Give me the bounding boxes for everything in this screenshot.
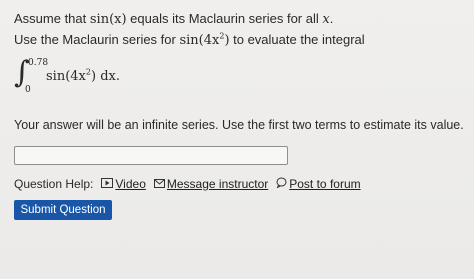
math-sin-4x2: sin(4x2) <box>179 32 229 48</box>
integrand: sin(4x2) dx. <box>46 68 120 84</box>
message-instructor-link[interactable]: Message instructor <box>153 177 269 191</box>
post-to-forum-label: Post to forum <box>289 177 361 191</box>
math-part: ) dx. <box>90 69 120 84</box>
message-instructor-label: Message instructor <box>166 177 269 191</box>
play-icon <box>101 177 114 191</box>
question-text: Use the Maclaurin series for <box>14 32 180 47</box>
question-help-label: Question Help: <box>14 177 94 191</box>
question-help-row: Question Help: Video Message instructor … <box>14 177 369 191</box>
integral-expression: ∫ 0.78 0 sin(4x2) dx. <box>14 58 154 98</box>
integral-upper-limit: 0.78 <box>28 58 49 68</box>
math-part: sin(4x <box>46 69 86 84</box>
submit-question-button[interactable]: Submit Question <box>14 200 112 220</box>
question-text: Assume that <box>14 11 90 26</box>
instructions-text: Your answer will be an infinite series. … <box>14 118 464 132</box>
question-text: . <box>329 11 334 26</box>
math-var-x: x <box>322 12 330 27</box>
question-page: Assume that sin(x) equals its Maclaurin … <box>0 0 474 279</box>
question-text: equals its Maclaurin series for all <box>126 11 323 26</box>
question-line-1: Assume that sin(x) equals its Maclaurin … <box>14 11 333 27</box>
video-link[interactable]: Video <box>101 177 146 191</box>
integral-lower-limit: 0 <box>25 85 31 95</box>
speech-bubble-icon <box>276 177 287 191</box>
envelope-icon <box>153 177 165 191</box>
math-part: sin(4x <box>179 33 220 48</box>
math-sin-x: sin(x) <box>89 12 127 27</box>
question-text: to evaluate the integral <box>229 32 365 47</box>
answer-input[interactable] <box>14 146 288 165</box>
post-to-forum-link[interactable]: Post to forum <box>276 177 361 191</box>
question-line-2: Use the Maclaurin series for sin(4x2) to… <box>14 32 365 48</box>
video-link-label: Video <box>115 177 146 191</box>
